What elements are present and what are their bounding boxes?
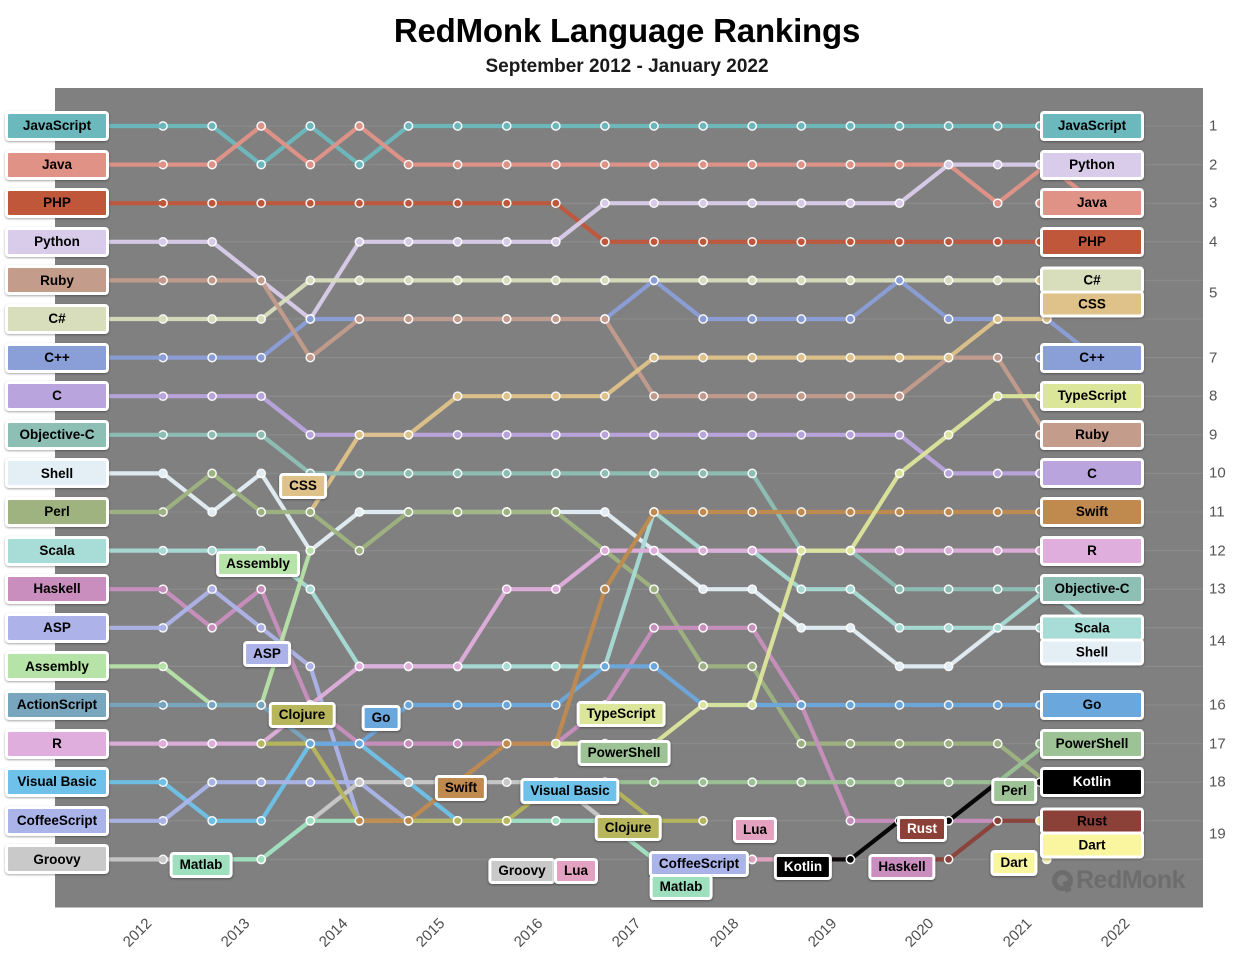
- inline-label-assembly[interactable]: Assembly: [216, 551, 300, 577]
- left-plate-c[interactable]: C: [5, 381, 109, 412]
- inline-label-asp[interactable]: ASP: [243, 641, 291, 667]
- rank-number-right: 12: [1209, 542, 1226, 560]
- inline-label-clojure[interactable]: Clojure: [594, 815, 662, 841]
- rank-number-right: 5: [1209, 284, 1218, 302]
- inline-label-haskell[interactable]: Haskell: [868, 854, 936, 880]
- right-plate-javascript[interactable]: JavaScript: [1040, 111, 1144, 141]
- rank-number-right: 4: [1209, 233, 1218, 251]
- x-tick-2015: 2015: [413, 915, 449, 951]
- left-plate-groovy[interactable]: Groovy: [5, 844, 109, 875]
- right-plate-php[interactable]: PHP: [1040, 226, 1144, 257]
- left-plate-php[interactable]: PHP: [5, 188, 109, 219]
- right-plate-ruby[interactable]: Ruby: [1040, 419, 1144, 450]
- x-tick-2013: 2013: [217, 915, 254, 951]
- rank-number-right: 9: [1209, 426, 1218, 444]
- inline-label-kotlin[interactable]: Kotlin: [773, 854, 833, 880]
- inline-label-lua[interactable]: Lua: [553, 858, 599, 884]
- left-plate-asp[interactable]: ASP: [5, 612, 109, 643]
- left-plate-coffeescript[interactable]: CoffeeScript: [5, 805, 109, 836]
- inline-label-go[interactable]: Go: [361, 705, 401, 731]
- right-plate-rust[interactable]: Rust: [1040, 807, 1144, 835]
- page-title: RedMonk Language Rankings: [393, 12, 861, 49]
- rank-number-right: 17: [1209, 735, 1226, 753]
- inline-label-css[interactable]: CSS: [279, 473, 327, 499]
- x-tick-2012: 2012: [119, 915, 156, 951]
- rank-number-right: 3: [1209, 194, 1218, 212]
- right-plate-swift[interactable]: Swift: [1040, 497, 1144, 527]
- left-plate-c-[interactable]: C++: [5, 342, 109, 373]
- rank-number-right: 7: [1209, 349, 1218, 367]
- redmonk-watermark: RedMonk: [1052, 866, 1186, 895]
- right-plate-dart[interactable]: Dart: [1040, 831, 1144, 859]
- inline-label-dart[interactable]: Dart: [990, 850, 1038, 876]
- right-plate-shell[interactable]: Shell: [1040, 638, 1144, 666]
- left-plate-javascript[interactable]: JavaScript: [5, 111, 109, 141]
- rank-number-right: 10: [1209, 464, 1226, 482]
- inline-label-groovy[interactable]: Groovy: [488, 858, 556, 884]
- left-plate-shell[interactable]: Shell: [5, 458, 109, 489]
- plot-area: CSS Assembly ASP Clojure Go Swift Matlab TypeSc…: [55, 88, 1203, 907]
- left-plate-objective-c[interactable]: Objective-C: [5, 419, 109, 450]
- rank-number-right: 2: [1209, 156, 1218, 174]
- right-plate-c[interactable]: C: [1040, 458, 1144, 489]
- inline-label-perl[interactable]: Perl: [991, 778, 1037, 804]
- left-plate-java[interactable]: Java: [5, 149, 109, 180]
- right-plate-go[interactable]: Go: [1040, 690, 1144, 720]
- inline-label-lua[interactable]: Lua: [732, 817, 778, 843]
- chart-root: RedMonk Language Rankings September 2012…: [0, 0, 1254, 980]
- left-plate-haskell[interactable]: Haskell: [5, 574, 109, 605]
- x-tick-2020: 2020: [902, 915, 938, 951]
- right-plate-r[interactable]: R: [1040, 535, 1144, 566]
- rank-number-right: 19: [1209, 825, 1226, 843]
- inline-label-visual-basic[interactable]: Visual Basic: [520, 778, 620, 804]
- x-tick-2014: 2014: [315, 915, 351, 951]
- left-plate-python[interactable]: Python: [5, 226, 109, 257]
- x-tick-2016: 2016: [510, 915, 547, 951]
- inline-label-swift[interactable]: Swift: [434, 775, 488, 801]
- rank-number-right: 16: [1209, 696, 1226, 714]
- right-plate-kotlin[interactable]: Kotlin: [1040, 767, 1144, 798]
- right-plate-python[interactable]: Python: [1040, 149, 1144, 180]
- right-plate-powershell[interactable]: PowerShell: [1040, 728, 1144, 759]
- right-plate-c-[interactable]: C#: [1040, 266, 1144, 294]
- left-plate-r[interactable]: R: [5, 728, 109, 759]
- right-plate-scala[interactable]: Scala: [1040, 614, 1144, 642]
- left-plate-ruby[interactable]: Ruby: [5, 265, 109, 296]
- inline-label-rust[interactable]: Rust: [897, 816, 947, 842]
- x-tick-2018: 2018: [706, 915, 743, 951]
- inline-label-typescript[interactable]: TypeScript: [576, 701, 666, 727]
- left-plate-c-[interactable]: C#: [5, 304, 109, 334]
- watermark-text: RedMonk: [1076, 866, 1186, 894]
- rank-number-right: 13: [1209, 580, 1226, 598]
- rank-number-right: 11: [1209, 503, 1225, 521]
- x-tick-2017: 2017: [608, 915, 645, 951]
- inline-label-matlab[interactable]: Matlab: [649, 874, 713, 900]
- rank-number-right: 8: [1209, 387, 1218, 405]
- right-plate-typescript[interactable]: TypeScript: [1040, 381, 1144, 412]
- rank-number-right: 1: [1209, 117, 1218, 135]
- left-plate-perl[interactable]: Perl: [5, 497, 109, 527]
- rank-number-right: 14: [1209, 632, 1226, 650]
- inline-label-clojure[interactable]: Clojure: [268, 702, 336, 728]
- left-plate-actionscript[interactable]: ActionScript: [5, 690, 109, 720]
- inline-label-powershell[interactable]: PowerShell: [577, 740, 671, 766]
- x-tick-2019: 2019: [804, 915, 840, 951]
- x-axis-line: [55, 907, 1203, 908]
- right-plate-java[interactable]: Java: [1040, 188, 1144, 219]
- redmonk-logo-icon: [1052, 870, 1073, 891]
- left-plate-visual-basic[interactable]: Visual Basic: [5, 767, 109, 798]
- left-plate-scala[interactable]: Scala: [5, 535, 109, 566]
- page-subtitle: September 2012 - January 2022: [485, 56, 769, 77]
- x-tick-2022: 2022: [1097, 915, 1134, 951]
- inline-labels: CSS Assembly ASP Clojure Go Swift Matlab TypeSc…: [55, 88, 1203, 907]
- x-tick-2021: 2021: [999, 915, 1036, 951]
- inline-label-matlab[interactable]: Matlab: [169, 852, 233, 878]
- left-plate-assembly[interactable]: Assembly: [5, 651, 109, 682]
- rank-number-right: 18: [1209, 773, 1226, 791]
- right-plate-css[interactable]: CSS: [1040, 290, 1144, 318]
- right-plate-c-[interactable]: C++: [1040, 342, 1144, 373]
- right-plate-objective-c[interactable]: Objective-C: [1040, 574, 1144, 605]
